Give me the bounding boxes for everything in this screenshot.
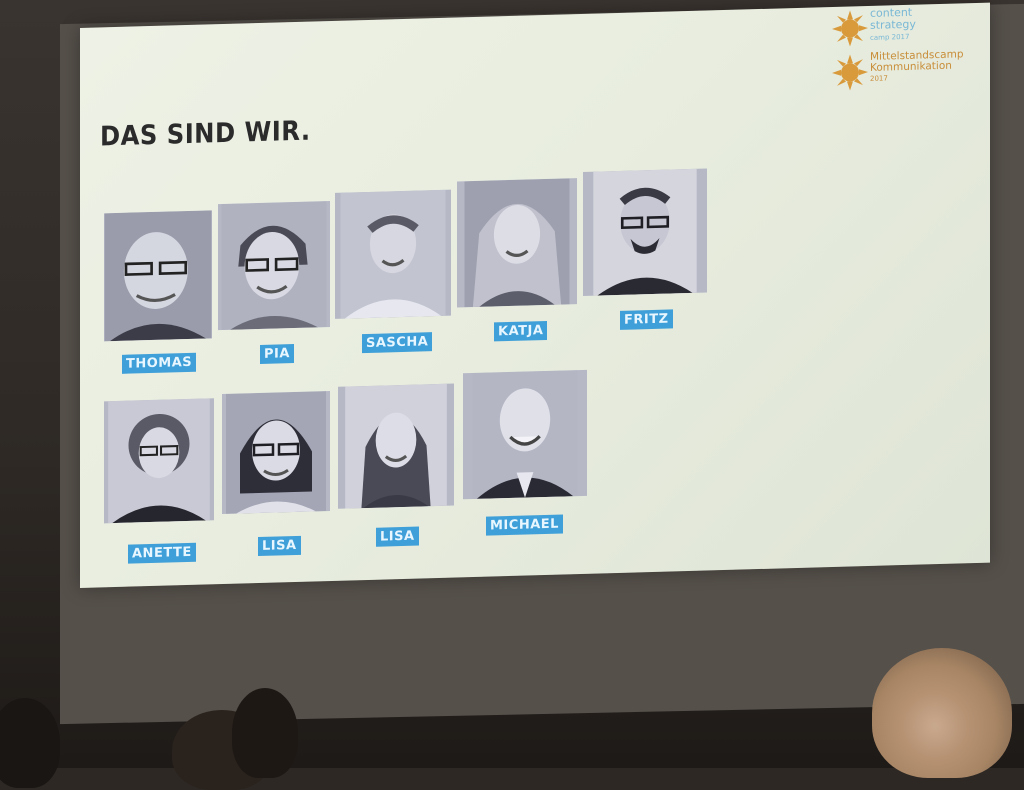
content-strategy-camp-logo: content strategy camp 2017 [830, 3, 990, 51]
mittelstandscamp-logo-text: Mittelstandscamp Kommunikation 2017 [870, 48, 964, 85]
portrait-image [104, 210, 212, 342]
portrait-image [464, 178, 570, 308]
team-member-name: THOMAS [122, 352, 197, 374]
logo-line: 2017 [870, 74, 888, 83]
team-member-name: PIA [260, 344, 294, 364]
team-photo [457, 178, 577, 308]
presentation-slide: DAS SIND WIR. content strategy camp 2017… [80, 2, 990, 588]
team-photo [335, 189, 451, 319]
portrait-image [221, 201, 327, 331]
portrait-image [340, 189, 446, 319]
team-photo [463, 369, 587, 500]
event-logos: content strategy camp 2017 Mittelstandsc… [830, 3, 990, 95]
portrait-image [593, 168, 697, 296]
audience-head [872, 648, 1012, 778]
logo-line: Kommunikation [870, 59, 952, 74]
mittelstandscamp-logo: Mittelstandscamp Kommunikation 2017 [830, 47, 990, 95]
portrait-image [108, 398, 210, 524]
team-member-name: ANETTE [128, 542, 196, 564]
team-photo [104, 398, 214, 524]
team-photo [218, 201, 330, 331]
team-photo [583, 168, 707, 296]
portrait-image [345, 383, 447, 509]
portrait-image [472, 370, 578, 500]
team-member-name: KATJA [494, 320, 548, 342]
team-member-name: LISA [258, 535, 301, 557]
audience-head [0, 698, 60, 788]
team-photo [338, 383, 454, 509]
slide-title: DAS SIND WIR. [100, 115, 311, 153]
sun-burst-icon [832, 54, 868, 91]
portrait-image [226, 391, 326, 514]
team-member-name: LISA [376, 526, 419, 547]
team-member-name: SASCHA [362, 332, 433, 354]
content-strategy-logo-text: content strategy camp 2017 [870, 6, 916, 44]
logo-line: strategy [870, 17, 916, 32]
logo-line: camp 2017 [870, 32, 910, 42]
team-member-name: FRITZ [620, 309, 673, 330]
audience-foreground [0, 640, 1024, 790]
team-member-name: MICHAEL [486, 514, 563, 536]
sun-burst-icon [832, 10, 868, 47]
audience-head [232, 688, 298, 778]
team-photo [104, 210, 212, 342]
team-photo [222, 391, 330, 515]
